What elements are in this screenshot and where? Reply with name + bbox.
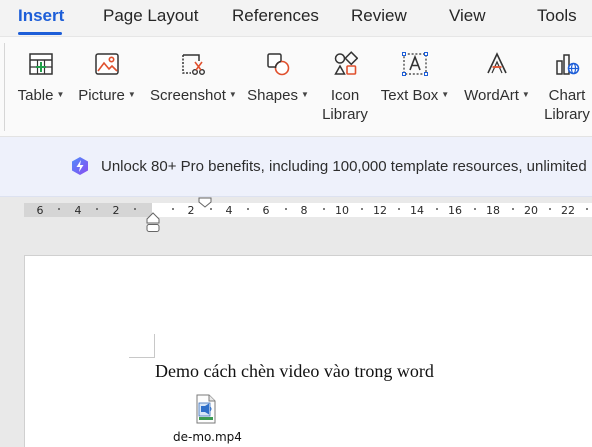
screenshot-icon	[182, 54, 206, 76]
chevron-down-icon: ▼	[441, 90, 450, 99]
document-page[interactable]	[24, 255, 592, 447]
icon-library-label-line2: Library	[322, 106, 368, 123]
chart-library-label-line2: Library	[544, 106, 590, 123]
tab-insert[interactable]: Insert	[18, 6, 64, 26]
hanging-indent-marker[interactable]	[145, 212, 161, 234]
pro-diamond-icon	[72, 157, 88, 175]
chevron-down-icon: ▼	[521, 90, 530, 99]
ruler-tick	[172, 208, 174, 210]
ruler-label: 22	[561, 204, 575, 217]
tab-tools[interactable]: Tools	[537, 6, 577, 26]
ruler-tick	[474, 208, 476, 210]
ruler-tick	[398, 208, 400, 210]
ruler-tick	[134, 208, 136, 210]
margin-corner-mark	[154, 334, 155, 358]
text-box-icon	[402, 52, 428, 76]
ruler-tick	[323, 208, 325, 210]
table-icon	[29, 53, 53, 75]
shapes-label: Shapes	[247, 87, 298, 104]
text-box-label: Text Box	[380, 87, 439, 104]
first-line-indent-marker[interactable]	[197, 197, 213, 209]
ruler-label: 4	[74, 204, 82, 217]
ruler-label: 14	[410, 204, 424, 217]
icon-library-icon	[334, 51, 358, 75]
picture-icon	[95, 53, 119, 75]
ruler-tick	[58, 208, 60, 210]
picture-button[interactable]: Picture ▼	[78, 51, 136, 105]
ruler-label: 16	[448, 204, 462, 217]
chevron-down-icon: ▼	[56, 90, 65, 99]
ruler-tick	[586, 208, 588, 210]
ruler-label: 12	[373, 204, 387, 217]
banner-text: Unlock 80+ Pro benefits, including 100,0…	[101, 158, 592, 175]
ruler-tick	[247, 208, 249, 210]
ruler-label: 2	[187, 204, 195, 217]
ruler-tick	[512, 208, 514, 210]
ribbon-separator	[4, 43, 5, 131]
shapes-icon	[267, 53, 290, 76]
wordart-label: WordArt	[464, 87, 519, 104]
tab-view[interactable]: View	[449, 6, 486, 26]
screenshot-label: Screenshot	[150, 87, 226, 104]
document-text[interactable]: Demo cách chèn video vào trong word	[155, 361, 434, 382]
chevron-down-icon: ▼	[127, 90, 136, 99]
icon-library-label-line1: Icon	[330, 87, 360, 104]
chart-library-icon	[556, 54, 580, 75]
table-label: Table	[17, 87, 54, 104]
ruler-label: 4	[225, 204, 233, 217]
ruler-label: 8	[300, 204, 308, 217]
screenshot-button[interactable]: Screenshot ▼	[150, 51, 237, 105]
table-button[interactable]: Table ▼	[16, 51, 66, 105]
chart-library-label-line1: Chart	[548, 87, 586, 104]
ruler-tick	[549, 208, 551, 210]
ribbon-toolbar: Table▼ Picture▼ Screenshot▼ Shapes▼	[0, 36, 592, 137]
ruler-label: 10	[335, 204, 349, 217]
text-box-button[interactable]: Text Box ▼	[380, 51, 450, 105]
video-file-icon[interactable]	[195, 394, 217, 424]
tab-page-layout[interactable]: Page Layout	[103, 6, 198, 26]
ruler-label: 6	[36, 204, 44, 217]
ruler-tick	[361, 208, 363, 210]
wordart-icon	[487, 52, 507, 74]
chevron-down-icon: ▼	[228, 90, 237, 99]
picture-label: Picture	[78, 87, 125, 104]
ruler-label: 2	[112, 204, 120, 217]
chart-library-button[interactable]: Chart Library	[542, 51, 592, 124]
tab-references[interactable]: References	[232, 6, 319, 26]
ruler-area: 6 4 2 2 4 6 8 10 12 14 16 18 20 22	[0, 197, 592, 232]
horizontal-ruler[interactable]: 6 4 2 2 4 6 8 10 12 14 16 18 20 22	[24, 203, 592, 217]
ruler-label: 18	[486, 204, 500, 217]
icon-library-button[interactable]: Icon Library	[320, 51, 370, 124]
attachment-filename[interactable]: de-mo.mp4	[173, 430, 242, 444]
ruler-tick	[96, 208, 98, 210]
ruler-tick	[436, 208, 438, 210]
shapes-button[interactable]: Shapes ▼	[247, 51, 309, 105]
margin-corner-mark	[129, 357, 155, 358]
ruler-label: 20	[524, 204, 538, 217]
ribbon-tab-bar: Insert Page Layout References Review Vie…	[0, 0, 592, 36]
pro-upsell-banner[interactable]: Unlock 80+ Pro benefits, including 100,0…	[0, 137, 592, 197]
active-tab-indicator	[18, 32, 62, 35]
chevron-down-icon: ▼	[300, 90, 309, 99]
tab-review[interactable]: Review	[351, 6, 407, 26]
ruler-label: 6	[262, 204, 270, 217]
wordart-button[interactable]: WordArt ▼	[462, 51, 532, 105]
ruler-tick	[285, 208, 287, 210]
